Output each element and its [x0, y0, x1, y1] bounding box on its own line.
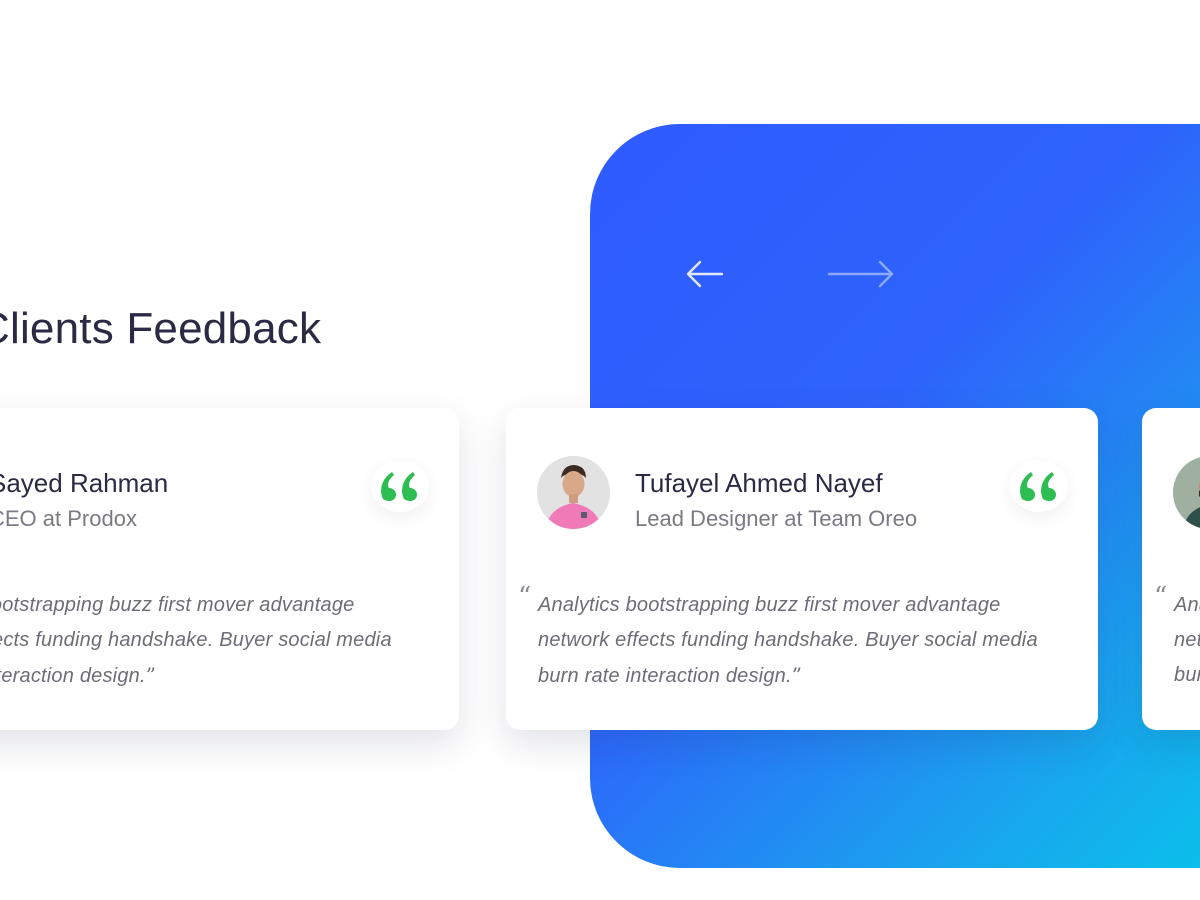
testimonial-line: network	[1174, 629, 1200, 651]
testimonial-line: burn	[1174, 664, 1200, 686]
testimonial-line: burn rate interaction design.	[0, 665, 146, 687]
avatar	[1173, 456, 1200, 529]
testimonial-text: Analytics bootstrapping buzz first mover…	[0, 588, 432, 694]
client-role: Lead Designer at Team Oreo	[635, 506, 918, 531]
prev-button[interactable]	[684, 258, 724, 290]
testimonial-line: Analytics	[1174, 594, 1200, 616]
testimonial-line: Analytics bootstrapping buzz first mover…	[0, 594, 355, 616]
testimonial-card: Tufayel Ahmed Nayef Lead Designer at Tea…	[506, 408, 1098, 730]
quote-badge	[1010, 460, 1068, 512]
open-quote-mark: “	[518, 582, 532, 612]
testimonial-line: burn rate interaction design.	[538, 665, 792, 687]
testimonial-line: network effects funding handshake. Buyer…	[538, 629, 1038, 651]
testimonial-line: network effects funding handshake. Buyer…	[0, 629, 392, 651]
quote-icon	[1020, 472, 1056, 501]
arrow-left-icon	[686, 260, 724, 288]
open-quote-mark: “	[1154, 582, 1168, 612]
quote-badge	[371, 460, 429, 512]
avatar	[537, 456, 610, 529]
section-title: Clients Feedback	[0, 304, 322, 353]
testimonials-section: Clients Feedback Sayed Rahman CEO at Pro…	[0, 0, 1200, 900]
quote-icon	[381, 472, 417, 501]
next-button[interactable]	[826, 258, 896, 290]
testimonial-card: “ Analytics network burn	[1142, 408, 1200, 730]
testimonial-text: Analytics bootstrapping buzz first mover…	[538, 588, 1078, 694]
testimonial-card: Sayed Rahman CEO at Prodox “ Analytics b…	[0, 408, 459, 730]
arrow-right-icon	[827, 260, 894, 288]
client-role: CEO at Prodox	[0, 506, 137, 531]
client-name: Tufayel Ahmed Nayef	[635, 468, 883, 498]
testimonial-text: Analytics network burn	[1174, 588, 1200, 693]
client-name: Sayed Rahman	[0, 468, 169, 498]
testimonial-line: Analytics bootstrapping buzz first mover…	[538, 594, 1001, 616]
close-quote-mark: ”	[145, 663, 157, 687]
close-quote-mark: ”	[791, 663, 803, 687]
